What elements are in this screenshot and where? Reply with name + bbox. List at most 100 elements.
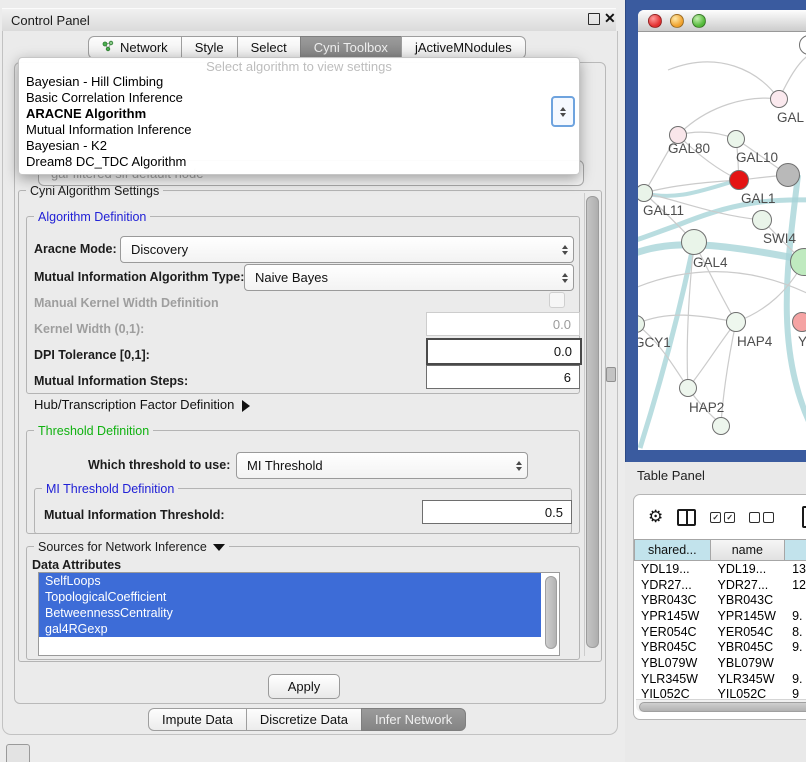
tab-impute-data[interactable]: Impute Data bbox=[148, 708, 247, 731]
mi-threshold-field[interactable]: 0.5 bbox=[422, 500, 572, 524]
network-node[interactable] bbox=[776, 163, 800, 187]
tab-label: Infer Network bbox=[375, 712, 452, 727]
table-header-row: shared...nameA bbox=[634, 539, 806, 561]
table-cell: 9 bbox=[785, 687, 806, 700]
cyni-algorithm-settings-title: Cyni Algorithm Settings bbox=[26, 184, 163, 198]
table-cell: 9. bbox=[785, 608, 806, 624]
mi-type-select[interactable]: Naive Bayes bbox=[244, 264, 574, 291]
network-node-label: HAP4 bbox=[737, 334, 772, 349]
mi-type-value: Naive Bayes bbox=[245, 270, 556, 285]
table-cell: YLR345W bbox=[711, 671, 786, 687]
focused-combo-spinner[interactable] bbox=[551, 96, 575, 127]
zoom-traffic-light-icon[interactable] bbox=[692, 14, 706, 28]
column-header-name[interactable]: name bbox=[711, 539, 786, 561]
tab-style[interactable]: Style bbox=[181, 36, 238, 59]
panel-dock-icon[interactable] bbox=[6, 744, 30, 762]
mi-threshold-group-title: MI Threshold Definition bbox=[42, 482, 178, 496]
algorithm-option-mutual-information-inference[interactable]: Mutual Information Inference bbox=[19, 122, 579, 138]
mi-type-label: Mutual Information Algorithm Type: bbox=[34, 270, 244, 284]
table-row[interactable]: YPR145WYPR145W9. bbox=[634, 608, 806, 624]
float-window-icon[interactable] bbox=[588, 13, 600, 25]
apply-button[interactable]: Apply bbox=[268, 674, 340, 699]
table-row[interactable]: YBR043CYBR043C bbox=[634, 592, 806, 608]
algorithm-option-bayesian-k2[interactable]: Bayesian - K2 bbox=[19, 138, 579, 154]
network-node-hap4[interactable] bbox=[726, 312, 746, 332]
table-cell: YDR27... bbox=[634, 577, 711, 593]
attribute-item-topologicalcoefficient[interactable]: TopologicalCoefficient bbox=[39, 589, 541, 605]
algorithm-option-basic-correlation-inference[interactable]: Basic Correlation Inference bbox=[19, 90, 579, 106]
table-toolbar: ⚙ ✓✓ bbox=[634, 495, 806, 539]
sources-group-title[interactable]: Sources for Network Inference bbox=[34, 540, 229, 554]
tab-discretize-data[interactable]: Discretize Data bbox=[246, 708, 362, 731]
table-row[interactable]: YLR345WYLR345W9. bbox=[634, 671, 806, 687]
kernel-width-field[interactable]: 0.0 bbox=[426, 312, 580, 336]
algorithm-option-dream8-dc-tdc-algorithm[interactable]: Dream8 DC_TDC Algorithm bbox=[19, 154, 579, 170]
attribute-item-betweennesscentrality[interactable]: BetweennessCentrality bbox=[39, 605, 541, 621]
network-node-gal1[interactable] bbox=[729, 170, 749, 190]
network-node-y[interactable] bbox=[792, 312, 806, 332]
attributes-scrollbar-thumb[interactable] bbox=[545, 576, 557, 649]
algorithm-popup-placeholder: Select algorithm to view settings bbox=[19, 59, 579, 74]
network-node-label: GCY1 bbox=[638, 335, 671, 350]
table-cell: YBL079W bbox=[711, 655, 786, 671]
column-browser-icon[interactable] bbox=[677, 509, 696, 526]
settings-scrollbar-thumb[interactable] bbox=[586, 196, 599, 648]
deselect-all-icon[interactable] bbox=[749, 512, 774, 523]
table-cell bbox=[785, 592, 806, 608]
network-node[interactable] bbox=[712, 417, 730, 435]
close-icon[interactable]: ✕ bbox=[604, 10, 616, 27]
table-body: YDL19...YDL19...13YDR27...YDR27...12YBR0… bbox=[634, 561, 806, 699]
dpi-tolerance-field[interactable]: 0.0 bbox=[426, 338, 582, 365]
network-node-gal10[interactable] bbox=[727, 130, 745, 148]
algorithm-option-bayesian-hill-climbing[interactable]: Bayesian - Hill Climbing bbox=[19, 74, 579, 90]
table-cell: YIL052C bbox=[711, 687, 786, 700]
algorithm-dropdown-popup: Select algorithm to view settings Bayesi… bbox=[18, 57, 580, 175]
tab-cyni-toolbox[interactable]: Cyni Toolbox bbox=[300, 36, 402, 59]
data-attributes-label: Data Attributes bbox=[32, 558, 121, 572]
network-node-label: GAL bbox=[777, 110, 804, 125]
table-cell: YBR045C bbox=[634, 639, 711, 655]
select-all-icon[interactable]: ✓✓ bbox=[710, 512, 735, 523]
aracne-mode-select[interactable]: Discovery bbox=[120, 236, 574, 263]
column-header-a[interactable]: A bbox=[785, 539, 806, 561]
network-window-titlebar[interactable] bbox=[638, 10, 806, 32]
network-node-swi4[interactable] bbox=[752, 210, 772, 230]
manual-kernel-checkbox[interactable] bbox=[549, 292, 565, 308]
table-row[interactable]: YER054CYER054C8. bbox=[634, 624, 806, 640]
new-table-icon[interactable] bbox=[802, 506, 806, 528]
table-cell bbox=[785, 655, 806, 671]
table-row[interactable]: YIL052CYIL052C9 bbox=[634, 687, 806, 700]
tab-select[interactable]: Select bbox=[237, 36, 301, 59]
algorithm-option-aracne-algorithm[interactable]: ARACNE Algorithm bbox=[19, 106, 579, 122]
table-row[interactable]: YBR045CYBR045C9. bbox=[634, 639, 806, 655]
mi-steps-field[interactable]: 6 bbox=[426, 365, 580, 389]
network-node-hap2[interactable] bbox=[679, 379, 697, 397]
table-row[interactable]: YDR27...YDR27...12 bbox=[634, 577, 806, 593]
attribute-item-gal4rgexp[interactable]: gal4RGexp bbox=[39, 621, 541, 637]
tab-network[interactable]: Network bbox=[88, 36, 182, 59]
close-traffic-light-icon[interactable] bbox=[648, 14, 662, 28]
table-hscrollbar-track[interactable] bbox=[636, 699, 806, 712]
data-attributes-list[interactable]: SelfLoopsTopologicalCoefficientBetweenne… bbox=[38, 572, 560, 656]
network-canvas[interactable]: GALGAL80GAL10GAL1GAL11SWI4GAL4GCY1HAP4YH… bbox=[638, 10, 806, 450]
table-hscrollbar-thumb[interactable] bbox=[639, 702, 806, 712]
which-threshold-select[interactable]: MI Threshold bbox=[236, 452, 528, 479]
tab-label: Select bbox=[251, 40, 287, 55]
spinner-arrows-icon bbox=[556, 245, 573, 255]
table-row[interactable]: YDL19...YDL19...13 bbox=[634, 561, 806, 577]
table-row[interactable]: YBL079WYBL079W bbox=[634, 655, 806, 671]
minimize-traffic-light-icon[interactable] bbox=[670, 14, 684, 28]
gear-icon[interactable]: ⚙ bbox=[648, 507, 663, 527]
attribute-item-selfloops[interactable]: SelfLoops bbox=[39, 573, 541, 589]
spinner-arrows-icon bbox=[510, 461, 527, 471]
tab-jactivemnodules[interactable]: jActiveMNodules bbox=[401, 36, 526, 59]
algorithm-definition-title: Algorithm Definition bbox=[34, 210, 150, 224]
split-pane-handle[interactable] bbox=[606, 367, 616, 382]
network-node-gal4[interactable] bbox=[681, 229, 707, 255]
table-cell: YDR27... bbox=[711, 577, 786, 593]
tab-infer-network[interactable]: Infer Network bbox=[361, 708, 466, 731]
network-node-gal[interactable] bbox=[770, 90, 788, 108]
column-header-shared-[interactable]: shared... bbox=[634, 539, 711, 561]
application-root: Control Panel ✕ NetworkStyleSelectCyni T… bbox=[0, 0, 806, 762]
hub-definition-toggle[interactable]: Hub/Transcription Factor Definition bbox=[34, 397, 250, 412]
